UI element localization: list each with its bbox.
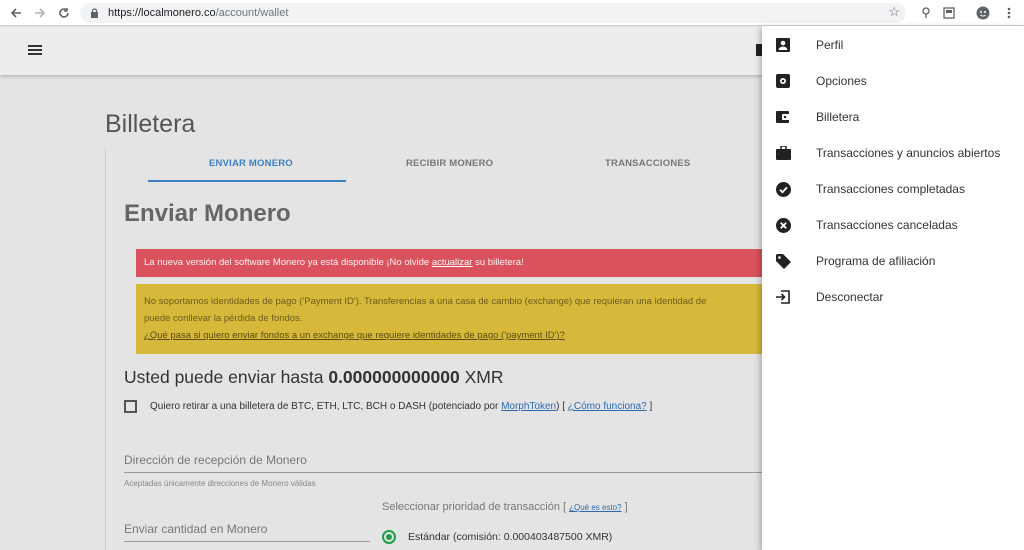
update-alert-suffix: su billetera! bbox=[472, 257, 524, 268]
priority-open-bracket: [ bbox=[559, 501, 570, 513]
briefcase-icon bbox=[775, 145, 791, 161]
logout-icon bbox=[775, 289, 791, 305]
menu-label: Desconectar bbox=[816, 290, 884, 304]
warning-line-2: puede conllevar la pérdida de fondos. bbox=[144, 313, 303, 324]
url-host: https://localmonero.co bbox=[108, 7, 216, 19]
update-alert-text: La nueva versión del software Monero ya … bbox=[144, 257, 432, 268]
priority-standard-radio[interactable] bbox=[382, 530, 396, 544]
amount-input-underline bbox=[124, 541, 370, 542]
tag-icon bbox=[775, 253, 791, 269]
checkbox-label-text: Quiero retirar a una billetera de BTC, E… bbox=[150, 401, 502, 412]
profile-icon bbox=[775, 37, 791, 53]
reload-icon[interactable] bbox=[54, 3, 74, 23]
morphtoken-checkbox[interactable] bbox=[124, 400, 137, 413]
menu-item-perfil[interactable]: Perfil bbox=[762, 27, 1024, 63]
menu-label: Transacciones completadas bbox=[816, 182, 965, 196]
address-helper-text: Aceptadas únicamente direcciones de Mone… bbox=[124, 479, 316, 488]
menu-label: Transacciones y anuncios abiertos bbox=[816, 146, 1001, 160]
menu-label: Perfil bbox=[816, 38, 844, 52]
menu-item-completed-trades[interactable]: Transacciones completadas bbox=[762, 171, 1024, 207]
menu-item-billetera[interactable]: Billetera bbox=[762, 99, 1024, 135]
priority-selector-label: Seleccionar prioridad de transacción [ ¿… bbox=[382, 501, 628, 513]
menu-item-cancelled-trades[interactable]: Transacciones canceladas bbox=[762, 207, 1024, 243]
checkbox-label-middle: ) [ bbox=[556, 401, 568, 412]
amount-input[interactable]: Enviar cantidad en Monero bbox=[124, 522, 267, 536]
balance-currency: XMR bbox=[459, 367, 504, 387]
menu-item-open-trades[interactable]: Transacciones y anuncios abiertos bbox=[762, 135, 1024, 171]
morphtoken-link[interactable]: MorphToken bbox=[501, 401, 556, 412]
section-title: Enviar Monero bbox=[124, 200, 291, 227]
location-icon[interactable] bbox=[917, 4, 935, 22]
browser-toolbar: https://localmonero.co/account/wallet ☆ bbox=[0, 0, 1024, 26]
menu-label: Billetera bbox=[816, 110, 860, 124]
tab-send-monero[interactable]: ENVIAR MONERO bbox=[209, 158, 293, 169]
account-dropdown-menu: Perfil Opciones Billetera Transacciones … bbox=[762, 26, 1024, 550]
menu-label: Opciones bbox=[816, 74, 867, 88]
wallet-icon bbox=[775, 109, 791, 125]
hamburger-menu-icon[interactable] bbox=[28, 45, 42, 55]
bookmark-star-icon[interactable]: ☆ bbox=[888, 4, 900, 20]
update-link[interactable]: actualizar bbox=[432, 257, 473, 268]
lock-icon bbox=[90, 8, 100, 18]
checkbox-label-suffix: ] bbox=[646, 401, 653, 412]
morphtoken-checkbox-label: Quiero retirar a una billetera de BTC, E… bbox=[150, 401, 652, 412]
page-title: Billetera bbox=[105, 110, 196, 138]
extension-icon[interactable] bbox=[940, 4, 958, 22]
priority-close-bracket: ] bbox=[621, 501, 628, 513]
address-bar[interactable]: https://localmonero.co/account/wallet ☆ bbox=[80, 3, 906, 23]
tab-receive-monero[interactable]: RECIBIR MONERO bbox=[406, 158, 493, 169]
wallet-tabs: ENVIAR MONERO RECIBIR MONERO TRANSACCION… bbox=[148, 150, 768, 182]
forward-arrow-icon[interactable] bbox=[30, 3, 50, 23]
menu-item-opciones[interactable]: Opciones bbox=[762, 63, 1024, 99]
profile-avatar-icon[interactable] bbox=[974, 4, 992, 22]
check-circle-icon bbox=[775, 181, 791, 197]
menu-label: Programa de afiliación bbox=[816, 254, 936, 268]
menu-item-affiliate[interactable]: Programa de afiliación bbox=[762, 243, 1024, 279]
address-input-underline bbox=[124, 472, 764, 473]
balance-label: Usted puede enviar hasta bbox=[124, 367, 329, 387]
priority-standard-label[interactable]: Estándar (comisión: 0.000403487500 XMR) bbox=[408, 531, 612, 543]
payment-id-warning: No soportamos identidades de pago ('Paym… bbox=[136, 284, 776, 354]
address-input[interactable]: Dirección de recepción de Monero bbox=[124, 453, 307, 467]
priority-label: Seleccionar prioridad de transacción bbox=[382, 501, 560, 513]
menu-label: Transacciones canceladas bbox=[816, 218, 958, 232]
tab-transactions[interactable]: TRANSACCIONES bbox=[605, 158, 690, 169]
settings-icon bbox=[775, 73, 791, 89]
back-arrow-icon[interactable] bbox=[6, 3, 26, 23]
warning-line-1: No soportamos identidades de pago ('Paym… bbox=[144, 296, 707, 307]
available-balance: Usted puede enviar hasta 0.000000000000 … bbox=[124, 367, 503, 388]
what-is-this-link[interactable]: ¿Qué es esto? bbox=[569, 503, 621, 512]
how-it-works-link[interactable]: ¿Cómo funciona? bbox=[568, 401, 647, 412]
payment-id-faq-link[interactable]: ¿Qué pasa si quiero enviar fondos a un e… bbox=[144, 327, 768, 344]
cancel-circle-icon bbox=[775, 217, 791, 233]
update-alert: La nueva versión del software Monero ya … bbox=[136, 249, 776, 277]
url-path: /account/wallet bbox=[215, 7, 289, 19]
balance-amount: 0.000000000000 bbox=[328, 367, 460, 387]
menu-item-logout[interactable]: Desconectar bbox=[762, 279, 1024, 315]
active-tab-indicator bbox=[148, 180, 346, 182]
browser-menu-icon[interactable] bbox=[1000, 4, 1018, 22]
